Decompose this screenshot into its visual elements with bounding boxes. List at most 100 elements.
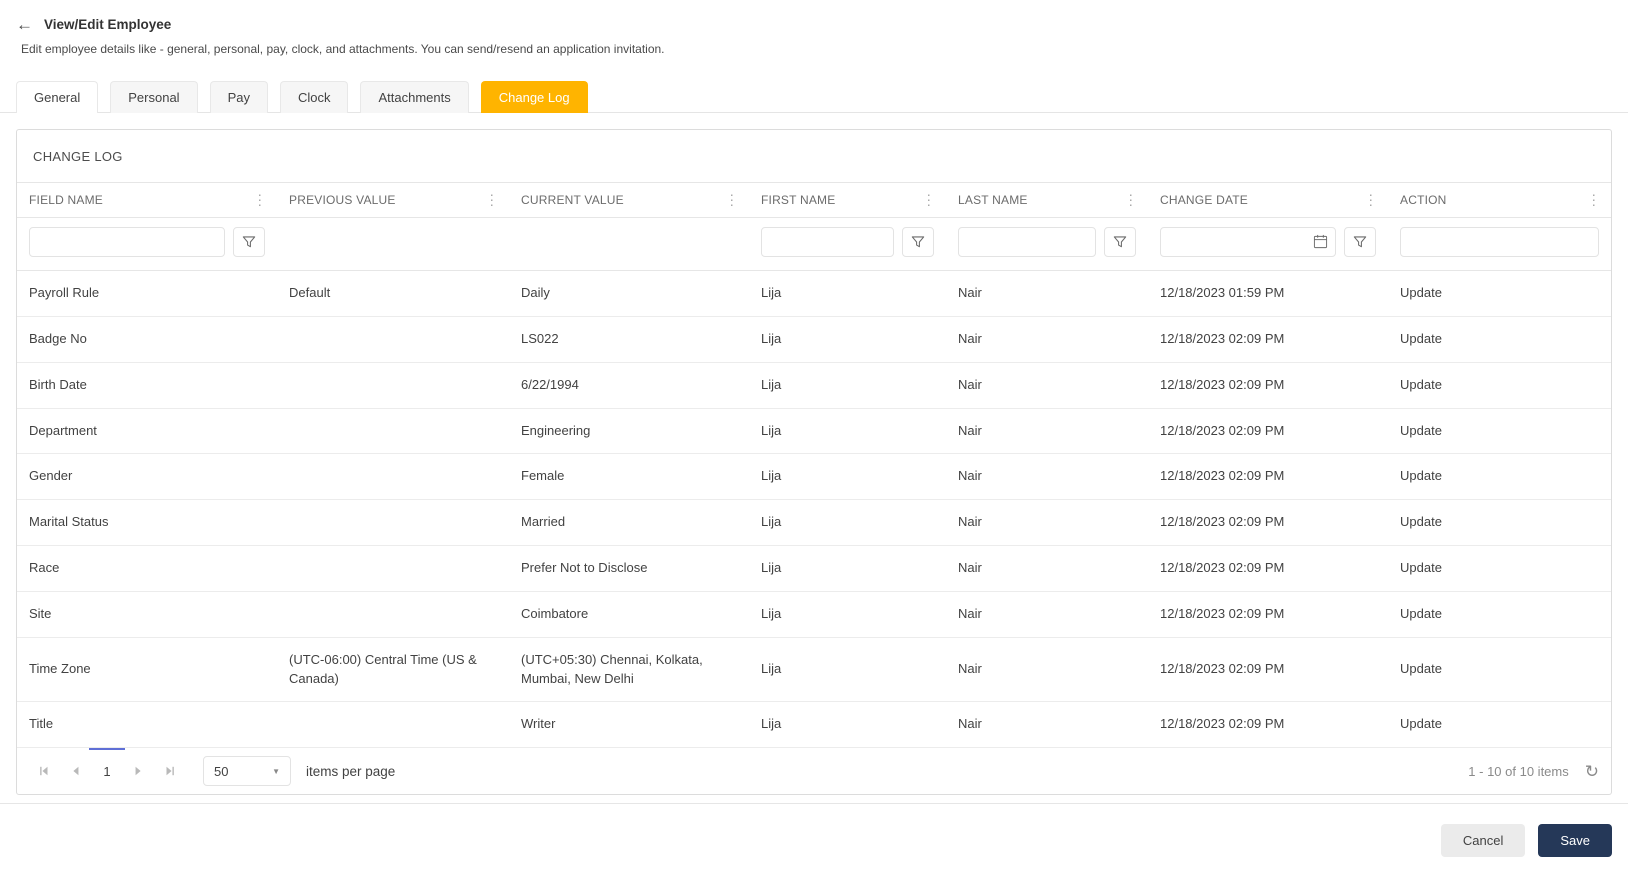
column-menu-icon[interactable]: ⋮: [482, 192, 502, 209]
tab-attachments[interactable]: Attachments: [360, 81, 469, 113]
column-menu-icon[interactable]: ⋮: [1584, 192, 1604, 209]
cell-previous-value: [277, 408, 509, 455]
pager-last-button[interactable]: [155, 757, 185, 785]
cell-change-date: 12/18/2023 02:09 PM: [1148, 453, 1388, 501]
column-header-action[interactable]: ACTION ⋮: [1388, 182, 1611, 218]
tab-pay[interactable]: Pay: [209, 81, 268, 113]
filter-input-change-date[interactable]: [1160, 227, 1336, 257]
table-row[interactable]: Gender Female Lija Nair 12/18/2023 02:09…: [17, 453, 1611, 501]
go-to-last-icon: [166, 767, 174, 776]
table-row[interactable]: Site Coimbatore Lija Nair 12/18/2023 02:…: [17, 591, 1611, 638]
tab-change-log[interactable]: Change Log: [480, 81, 588, 113]
cell-action: Update: [1388, 270, 1611, 317]
filter-button-last-name[interactable]: [1104, 227, 1136, 257]
items-per-page-label: items per page: [306, 763, 396, 779]
change-log-panel: CHANGE LOG FIELD NAME ⋮ PREVIOUS VALUE ⋮…: [16, 129, 1612, 796]
cell-change-date: 12/18/2023 02:09 PM: [1148, 499, 1388, 547]
cell-previous-value: [277, 499, 509, 547]
table-row[interactable]: Payroll Rule Default Daily Lija Nair 12/…: [17, 270, 1611, 317]
filter-button-change-date[interactable]: [1344, 227, 1376, 257]
column-menu-icon[interactable]: ⋮: [1361, 192, 1381, 209]
cell-current-value: Female: [509, 453, 749, 501]
table-row[interactable]: Title Writer Lija Nair 12/18/2023 02:09 …: [17, 701, 1611, 749]
cell-action: Update: [1388, 316, 1611, 363]
column-menu-icon[interactable]: ⋮: [250, 192, 270, 209]
funnel-icon: [1353, 236, 1367, 248]
cell-previous-value: [277, 453, 509, 501]
cell-last-name: Nair: [946, 453, 1148, 501]
column-header-field-name[interactable]: FIELD NAME ⋮: [17, 182, 277, 218]
calendar-icon[interactable]: [1313, 234, 1328, 249]
previous-page-icon: [73, 767, 79, 776]
cell-first-name: Lija: [749, 362, 946, 409]
filter-button-first-name[interactable]: [902, 227, 934, 257]
column-header-first-name[interactable]: FIRST NAME ⋮: [749, 182, 946, 218]
cell-current-value: Prefer Not to Disclose: [509, 545, 749, 592]
page-size-select[interactable]: 50 ▼: [203, 756, 291, 787]
column-menu-icon[interactable]: ⋮: [919, 192, 939, 209]
table-row[interactable]: Race Prefer Not to Disclose Lija Nair 12…: [17, 545, 1611, 592]
cell-last-name: Nair: [946, 701, 1148, 749]
cell-field-name: Gender: [17, 453, 277, 501]
tab-personal[interactable]: Personal: [110, 81, 198, 113]
funnel-icon: [911, 236, 925, 248]
column-menu-icon[interactable]: ⋮: [1121, 192, 1141, 209]
column-header-change-date[interactable]: CHANGE DATE ⋮: [1148, 182, 1388, 218]
filter-input-last-name[interactable]: [958, 227, 1096, 257]
pager-page-1[interactable]: 1: [89, 748, 125, 785]
cell-action: Update: [1388, 408, 1611, 455]
cell-action: Update: [1388, 701, 1611, 749]
cell-current-value: Daily: [509, 270, 749, 317]
cell-current-value: LS022: [509, 316, 749, 363]
table-row[interactable]: Birth Date 6/22/1994 Lija Nair 12/18/202…: [17, 362, 1611, 409]
cell-current-value: Writer: [509, 701, 749, 749]
cell-first-name: Lija: [749, 270, 946, 317]
table-row[interactable]: Marital Status Married Lija Nair 12/18/2…: [17, 499, 1611, 547]
tab-general[interactable]: General: [16, 81, 99, 113]
cell-last-name: Nair: [946, 316, 1148, 363]
cell-last-name: Nair: [946, 499, 1148, 547]
cell-field-name: Birth Date: [17, 362, 277, 409]
pager-prev-button[interactable]: [61, 757, 91, 785]
cell-change-date: 12/18/2023 02:09 PM: [1148, 316, 1388, 363]
cell-action: Update: [1388, 499, 1611, 547]
pager-first-button[interactable]: [29, 757, 59, 785]
table-row[interactable]: Department Engineering Lija Nair 12/18/2…: [17, 408, 1611, 455]
cell-action: Update: [1388, 545, 1611, 592]
cell-first-name: Lija: [749, 545, 946, 592]
pager-next-button[interactable]: [123, 757, 153, 785]
column-header-last-name[interactable]: LAST NAME ⋮: [946, 182, 1148, 218]
cell-first-name: Lija: [749, 453, 946, 501]
cell-previous-value: [277, 316, 509, 363]
back-arrow-icon[interactable]: ←: [16, 16, 33, 33]
table-header-row: FIELD NAME ⋮ PREVIOUS VALUE ⋮ CURRENT VA…: [17, 182, 1611, 218]
table-row[interactable]: Time Zone (UTC-06:00) Central Time (US &…: [17, 637, 1611, 703]
save-button[interactable]: Save: [1538, 824, 1612, 858]
cell-first-name: Lija: [749, 637, 946, 703]
page-subtitle: Edit employee details like - general, pe…: [21, 42, 665, 56]
cell-previous-value: [277, 545, 509, 592]
filter-input-action[interactable]: [1400, 227, 1599, 257]
table-row[interactable]: Badge No LS022 Lija Nair 12/18/2023 02:0…: [17, 316, 1611, 363]
column-menu-icon[interactable]: ⋮: [722, 192, 742, 209]
tab-clock[interactable]: Clock: [279, 81, 349, 113]
cancel-button[interactable]: Cancel: [1440, 824, 1526, 858]
cell-current-value: 6/22/1994: [509, 362, 749, 409]
filter-button-field-name[interactable]: [233, 227, 265, 257]
filter-cell-current-value: [509, 217, 749, 271]
filter-input-first-name[interactable]: [761, 227, 894, 257]
column-header-current-value[interactable]: CURRENT VALUE ⋮: [509, 182, 749, 218]
cell-field-name: Title: [17, 701, 277, 749]
cell-change-date: 12/18/2023 02:09 PM: [1148, 637, 1388, 703]
change-log-table: FIELD NAME ⋮ PREVIOUS VALUE ⋮ CURRENT VA…: [17, 182, 1611, 749]
column-header-previous-value[interactable]: PREVIOUS VALUE ⋮: [277, 182, 509, 218]
filter-input-field-name[interactable]: [29, 227, 225, 257]
cell-action: Update: [1388, 453, 1611, 501]
cell-previous-value: [277, 362, 509, 409]
cell-last-name: Nair: [946, 270, 1148, 317]
cell-change-date: 12/18/2023 02:09 PM: [1148, 408, 1388, 455]
refresh-icon[interactable]: ↻: [1585, 763, 1599, 780]
footer-bar: Cancel Save: [0, 804, 1628, 877]
funnel-icon: [242, 236, 256, 248]
cell-field-name: Badge No: [17, 316, 277, 363]
